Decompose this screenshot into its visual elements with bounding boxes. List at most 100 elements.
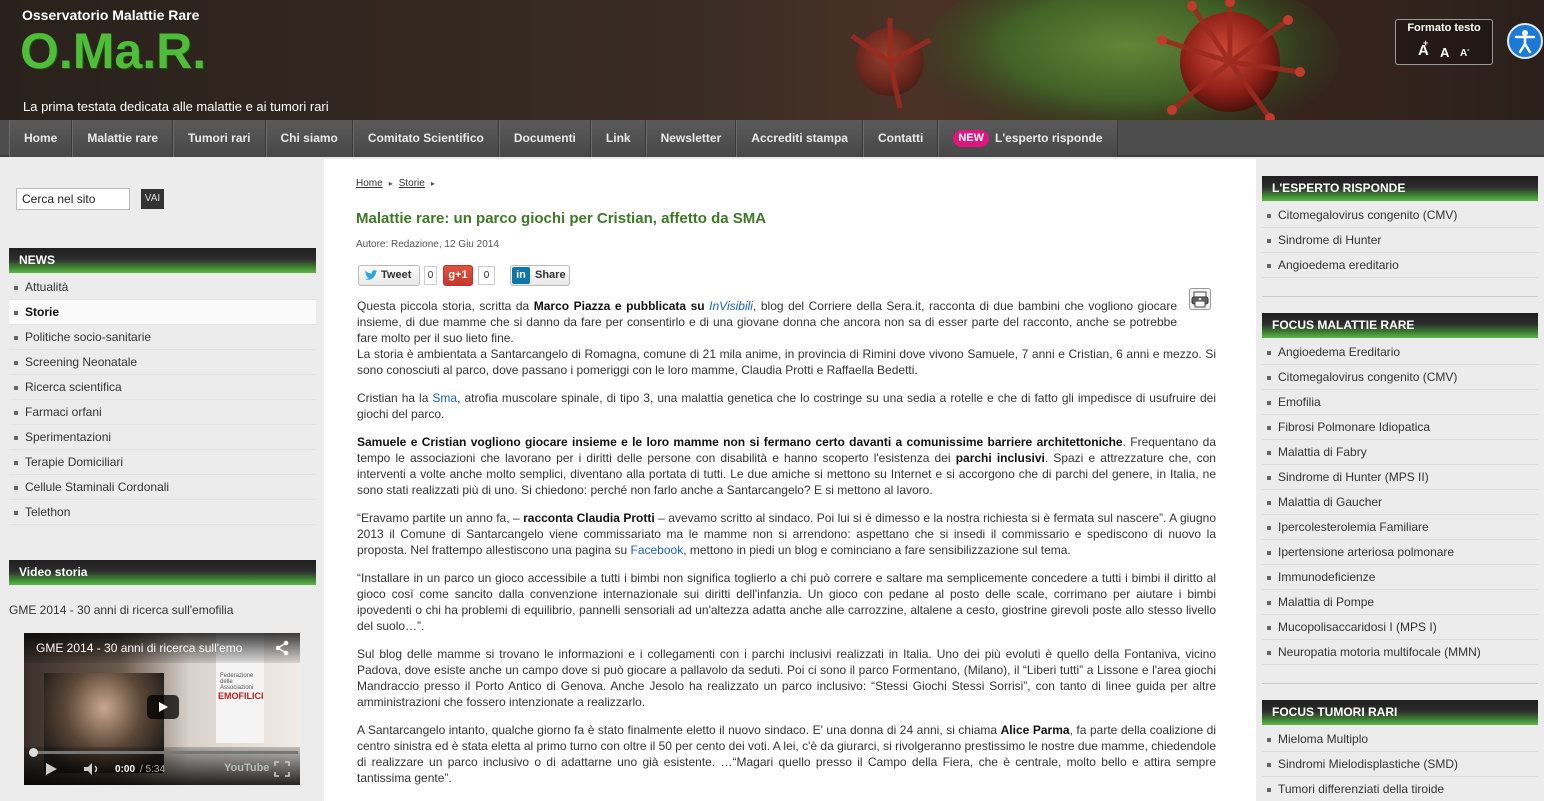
new-badge: NEW <box>953 130 989 148</box>
plus-icon: + <box>1423 38 1429 48</box>
news-menu: Attualità Storie Politiche socio-sanitar… <box>9 275 316 525</box>
news-item-ricerca[interactable]: Ricerca scientifica <box>9 375 316 400</box>
focus-rare-item[interactable]: Citomegalovirus congenito (CMV) <box>1262 365 1538 390</box>
nav-item-link[interactable]: Link <box>590 120 646 157</box>
tweet-label: Tweet <box>381 269 412 281</box>
nav-item-comitato-scientifico[interactable]: Comitato Scientifico <box>352 120 499 157</box>
left-sidebar: VAI NEWS Attualità Storie Politiche soci… <box>0 159 324 801</box>
youtube-logo[interactable]: YouTube <box>224 762 269 774</box>
text-size-normal-button[interactable]: A <box>1440 45 1449 60</box>
focus-tumors-item[interactable]: Mieloma Multiplo <box>1262 727 1538 752</box>
sma-link[interactable]: Sma <box>432 391 457 405</box>
site-name: Osservatorio Malattie Rare <box>22 7 200 23</box>
news-item-sperimentazioni[interactable]: Sperimentazioni <box>9 425 316 450</box>
search-input[interactable] <box>16 188 130 210</box>
main-nav: Home Malattie rare Tumori rari Chi siamo… <box>0 120 1544 157</box>
news-item-storie[interactable]: Storie <box>9 300 316 325</box>
focus-tumors-header: FOCUS TUMORI RARI <box>1262 700 1538 725</box>
focus-tumors-menu: Mieloma Multiplo Sindromi Mielodisplasti… <box>1262 727 1538 801</box>
nav-item-tumori-rari[interactable]: Tumori rari <box>173 120 266 157</box>
nav-item-esperto-risponde[interactable]: NEW L'esperto risponde <box>938 120 1118 157</box>
news-item-screening[interactable]: Screening Neonatale <box>9 350 316 375</box>
focus-rare-item[interactable]: Ipertensione arteriosa polmonare <box>1262 540 1538 565</box>
focus-tumors-item[interactable]: Tumori differenziati della tiroide <box>1262 777 1538 801</box>
article-paragraph: Sul blog delle mamme si trovano le infor… <box>357 647 1216 709</box>
focus-rare-item[interactable]: Fibrosi Polmonare Idiopatica <box>1262 415 1538 440</box>
news-item-farmaci[interactable]: Farmaci orfani <box>9 400 316 425</box>
right-sidebar: L'ESPERTO RISPONDE Citomegalovirus conge… <box>1256 159 1544 801</box>
author-name: Marco Piazza e pubblicata su <box>533 299 710 313</box>
focus-rare-item[interactable]: Sindrome di Hunter (MPS II) <box>1262 465 1538 490</box>
site-tagline: La prima testata dedicata alle malattie … <box>23 99 329 114</box>
site-header: Osservatorio Malattie Rare O.Ma.R. La pr… <box>0 0 1544 120</box>
play-icon[interactable] <box>44 762 58 781</box>
nav-list: Home Malattie rare Tumori rari Chi siamo… <box>9 120 1118 157</box>
nav-item-contatti[interactable]: Contatti <box>862 120 939 157</box>
news-item-politiche[interactable]: Politiche socio-sanitarie <box>9 325 316 350</box>
focus-rare-item[interactable]: Immunodeficienze <box>1262 565 1538 590</box>
nav-item-malattie-rare[interactable]: Malattie rare <box>72 120 174 157</box>
search-button[interactable]: VAI <box>141 189 164 209</box>
article-body: Questa piccola storia, scritta da Marco … <box>357 298 1216 798</box>
play-overlay-icon[interactable] <box>147 695 179 719</box>
focus-rare-item[interactable]: Emofilia <box>1262 390 1538 415</box>
news-item-cellule[interactable]: Cellule Staminali Cordonali <box>9 475 316 500</box>
linkedin-icon: in <box>512 267 530 284</box>
article-paragraph: “Eravamo partite un anno fa, – racconta … <box>357 511 1216 557</box>
focus-rare-item[interactable]: Neuropatia motoria multifocale (MMN) <box>1262 640 1538 665</box>
expert-menu: Citomegalovirus congenito (CMV) Sindrome… <box>1262 203 1538 278</box>
expert-header: L'ESPERTO RISPONDE <box>1262 176 1538 201</box>
news-item-attualita[interactable]: Attualità <box>9 275 316 300</box>
video-player[interactable]: Federazione delle Associazioni EMOFILICI… <box>24 633 300 785</box>
invisibili-link[interactable]: InVisibili <box>709 299 753 313</box>
breadcrumb-home[interactable]: Home <box>356 178 383 189</box>
volume-icon[interactable] <box>83 762 101 781</box>
article-paragraph: La storia è ambientata a Santarcangelo d… <box>357 347 1216 377</box>
minus-icon: - <box>1467 45 1470 54</box>
tweet-button[interactable]: Tweet <box>358 265 420 286</box>
expert-item[interactable]: Sindrome di Hunter <box>1262 228 1538 253</box>
focus-rare-item[interactable]: Ipercolesterolemia Familiare <box>1262 515 1538 540</box>
breadcrumb-storie[interactable]: Storie <box>399 178 425 189</box>
nav-item-chi-siamo[interactable]: Chi siamo <box>265 120 353 157</box>
news-item-terapie[interactable]: Terapie Domiciliari <box>9 450 316 475</box>
nav-item-newsletter[interactable]: Newsletter <box>645 120 737 157</box>
nav-item-esperto-label: L'esperto risponde <box>994 131 1103 145</box>
video-progress[interactable] <box>32 751 298 754</box>
google-plus-button[interactable]: g+1 <box>443 265 473 286</box>
article-title: Malattie rare: un parco giochi per Crist… <box>356 210 767 227</box>
focus-rare-item[interactable]: Malattia di Fabry <box>1262 440 1538 465</box>
nav-item-home[interactable]: Home <box>9 120 73 157</box>
video-banner-big: EMOFILICI <box>218 691 264 701</box>
share-icon[interactable] <box>274 640 290 661</box>
nav-item-accrediti-stampa[interactable]: Accrediti stampa <box>736 120 863 157</box>
article-paragraph: Samuele e Cristian vogliono giocare insi… <box>357 435 1216 497</box>
focus-rare-item[interactable]: Angioedema Ereditario <box>1262 340 1538 365</box>
text-format-title: Formato testo <box>1407 22 1481 34</box>
video-time-current: 0:00 <box>115 764 136 775</box>
breadcrumb: Home ▸ Storie ▸ <box>356 178 441 189</box>
expert-item[interactable]: Angioedema ereditario <box>1262 253 1538 278</box>
video-title: GME 2014 - 30 anni di ricerca sull'emo <box>36 641 243 655</box>
twitter-icon <box>365 270 378 280</box>
linkedin-share-button[interactable]: in Share <box>510 265 570 286</box>
virus-illustration <box>850 0 1340 120</box>
news-item-telethon[interactable]: Telethon <box>9 500 316 525</box>
article-paragraph: “Installare in un parco un gioco accessi… <box>357 571 1216 633</box>
focus-rare-item[interactable]: Mucopolisaccaridosi I (MPS I) <box>1262 615 1538 640</box>
focus-rare-item[interactable]: Malattia di Gaucher <box>1262 490 1538 515</box>
fullscreen-icon[interactable] <box>274 761 290 782</box>
chevron-right-icon: ▸ <box>388 179 393 188</box>
video-caption[interactable]: GME 2014 - 30 anni di ricerca sull'emofi… <box>9 603 233 617</box>
focus-tumors-item[interactable]: Sindromi Mielodisplastiche (SMD) <box>1262 752 1538 777</box>
focus-rare-item[interactable]: Malattia di Pompe <box>1262 590 1538 615</box>
expert-item[interactable]: Citomegalovirus congenito (CMV) <box>1262 203 1538 228</box>
video-banner-text: Federazione delle Associazioni <box>220 673 254 691</box>
accessibility-icon[interactable] <box>1507 23 1543 59</box>
facebook-link[interactable]: Facebook <box>631 543 684 557</box>
article-area: Home ▸ Storie ▸ Malattie rare: un parco gio… <box>324 159 1256 801</box>
video-scrubber[interactable] <box>29 748 38 757</box>
nav-item-documenti[interactable]: Documenti <box>498 120 591 157</box>
site-logo[interactable]: O.Ma.R. <box>20 22 206 80</box>
chevron-right-icon: ▸ <box>430 179 435 188</box>
